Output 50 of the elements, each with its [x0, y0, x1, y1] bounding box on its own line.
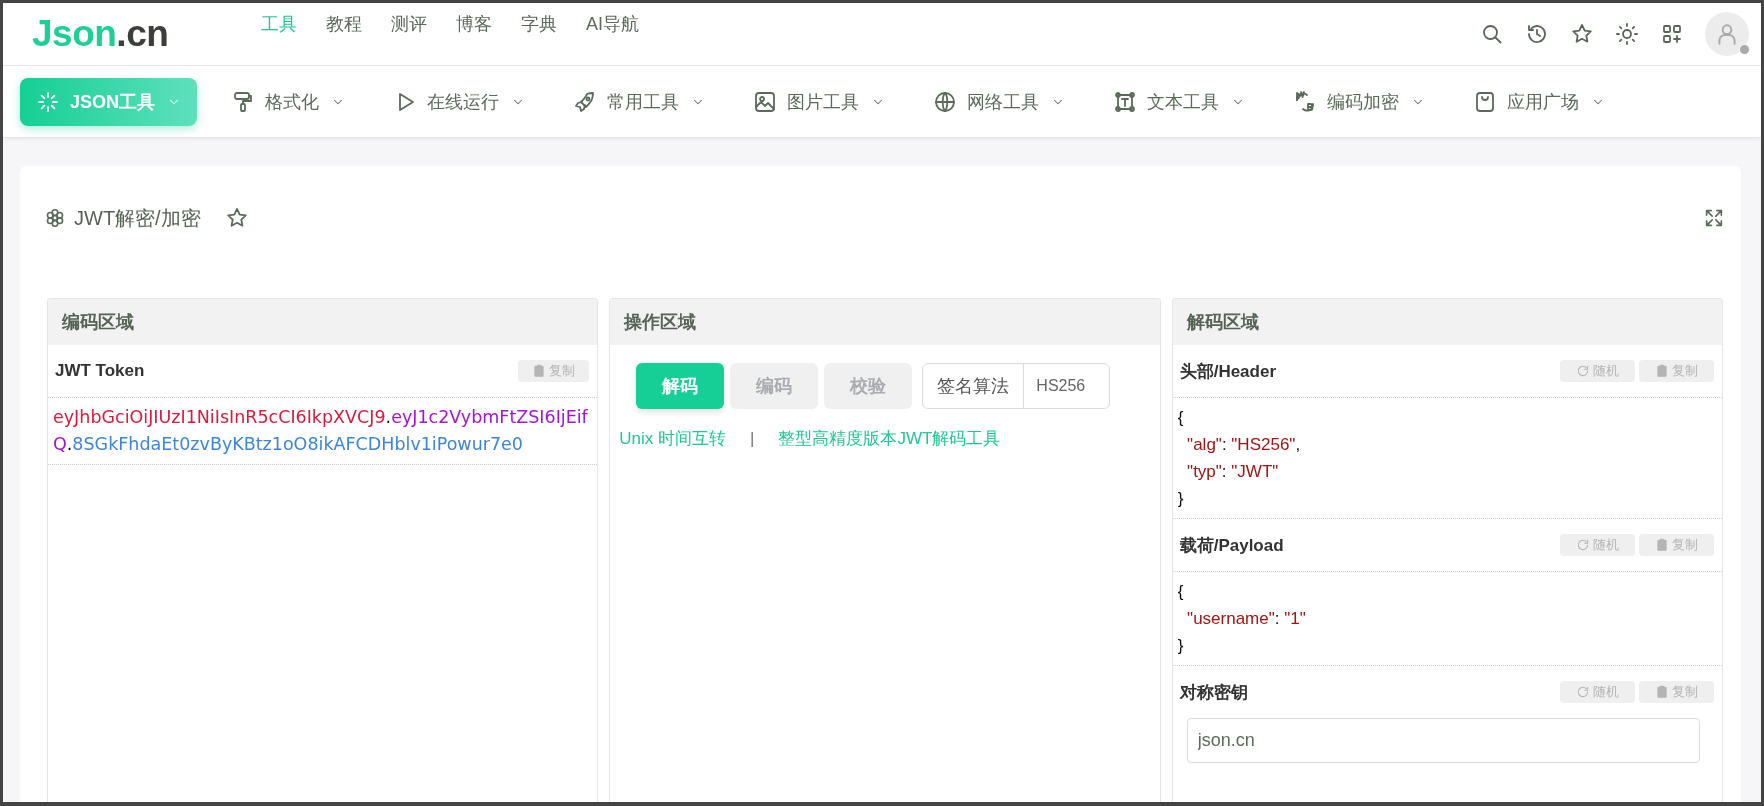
tool-menu[interactable]: 在线运行 [367, 77, 546, 126]
algorithm-value: HS256 [1035, 376, 1087, 396]
algorithm-select[interactable]: 签名算法 HS256 [922, 363, 1111, 409]
section-title: 对称密钥 [1179, 681, 1248, 704]
token-text[interactable]: eyJhbGciOiJIUzI1NiIsInR5cCI6IkpXVCJ9.eyJ1c2VybmFtZSI6IjEifQ.8SGkFhdaEt0zvByKBtz1oO8ikAFCDHblv1iPowur7e0 [48, 397, 598, 465]
section-title: 载荷/Payload [1179, 534, 1284, 557]
section-title: 头部/Header [1179, 360, 1277, 383]
nav-link[interactable]: 字典 [521, 12, 557, 36]
star-icon[interactable] [224, 206, 249, 230]
tool-menu[interactable]: 应用广场 [1447, 77, 1626, 126]
search-icon[interactable] [1480, 22, 1504, 46]
code-block[interactable]: { "username": "1" } [1172, 571, 1722, 666]
apps-icon[interactable] [1660, 22, 1684, 46]
refresh-icon [1576, 364, 1590, 378]
panel-header: 操作区域 [610, 299, 1160, 345]
clipboard-icon [1655, 685, 1669, 699]
star-icon[interactable] [1570, 22, 1594, 46]
site-logo[interactable]: Json.cn [32, 13, 207, 55]
sun-icon[interactable] [1615, 22, 1639, 46]
tool-menu[interactable]: 图片工具 [727, 77, 906, 126]
separator: | [750, 428, 755, 449]
globe-icon [933, 89, 958, 114]
field-label: JWT Token [55, 361, 145, 381]
tool-menu[interactable]: 网络工具 [907, 77, 1086, 126]
refresh-icon [1576, 685, 1590, 699]
page-title: JWT解密/加密 [74, 205, 201, 231]
refresh-icon [1576, 538, 1590, 552]
flower-icon [44, 207, 66, 229]
nav-link[interactable]: 教程 [326, 12, 362, 36]
nav-link[interactable]: 博客 [456, 12, 492, 36]
panel-header: 编码区域 [48, 299, 598, 345]
tool-menu[interactable]: 文本工具 [1087, 77, 1266, 126]
clipboard-icon [532, 364, 547, 378]
clipboard-icon [1655, 364, 1669, 378]
history-icon[interactable] [1525, 22, 1549, 46]
code-block[interactable]: { "alg": "HS256", "typ": "JWT" } [1172, 397, 1722, 519]
image-icon [753, 89, 778, 114]
tool-menu[interactable]: 常用工具 [547, 77, 726, 126]
text-frame-icon [1113, 89, 1138, 114]
nav-link[interactable]: 测评 [391, 12, 427, 36]
fullscreen-icon[interactable] [1703, 207, 1725, 229]
secret-key-field[interactable]: json.cn [1186, 718, 1700, 763]
status-dot [1739, 44, 1750, 55]
tool-menu[interactable]: 编码加密 [1267, 77, 1446, 126]
tool-menu[interactable]: 格式化 [205, 77, 366, 126]
sparkle-icon [36, 89, 60, 114]
algorithm-label: 签名算法 [923, 364, 1025, 408]
nav-link[interactable]: AI导航 [586, 12, 639, 36]
clipboard-icon [1655, 538, 1669, 552]
panel-header: 解码区域 [1172, 299, 1722, 345]
